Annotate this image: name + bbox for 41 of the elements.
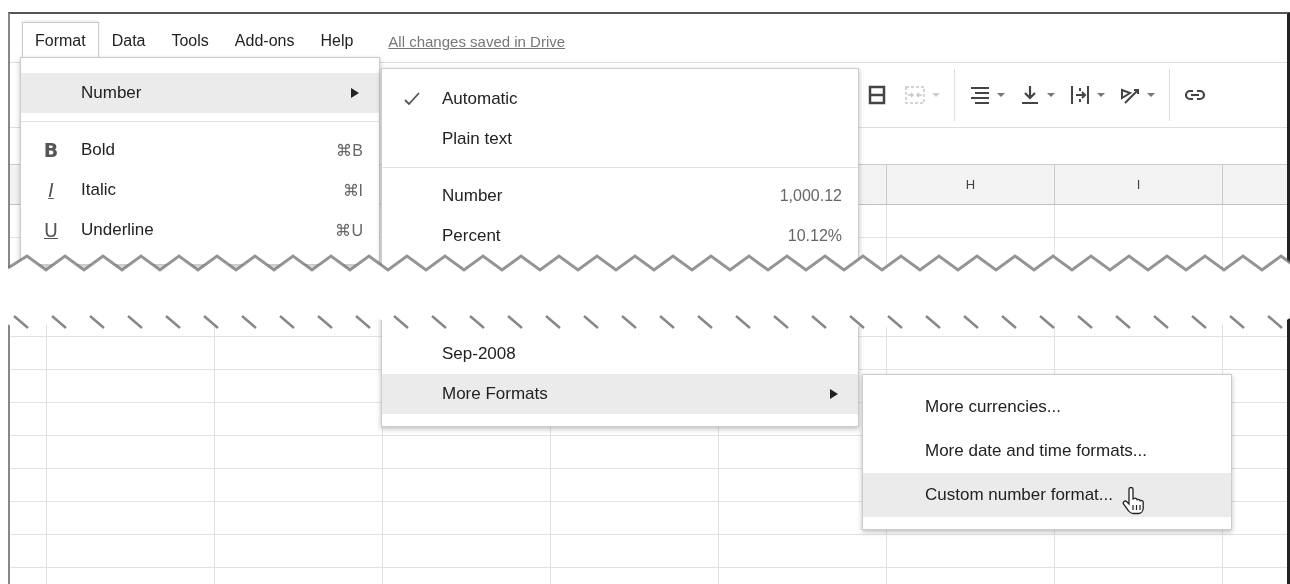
column-header[interactable]: H bbox=[887, 165, 1055, 204]
shortcut-text: 1,000.12 bbox=[779, 187, 842, 205]
menu-item[interactable]: Plain text bbox=[382, 119, 858, 159]
shortcut-text: ⌘U bbox=[335, 220, 363, 240]
shortcut-text: ⌘B bbox=[336, 140, 363, 160]
menu-item[interactable]: I Italic ⌘I bbox=[21, 170, 379, 210]
menu-item[interactable]: Custom number format... bbox=[863, 473, 1231, 517]
menu-tab[interactable]: Help bbox=[307, 22, 367, 62]
column-header[interactable]: I bbox=[1055, 165, 1223, 204]
submenu-arrow-icon bbox=[351, 88, 359, 98]
align-bottom-icon bbox=[1019, 84, 1041, 106]
menu-item[interactable]: Number 1,000.12 bbox=[382, 176, 858, 216]
shortcut-text: ⌘I bbox=[342, 180, 363, 200]
save-status-link[interactable]: All changes saved in Drive bbox=[388, 33, 566, 62]
text-wrap-icon bbox=[1069, 84, 1091, 106]
menu-item[interactable]: Automatic bbox=[382, 79, 858, 119]
format-glyph-icon: U bbox=[44, 219, 58, 241]
menu-item[interactable]: More date and time formats... bbox=[863, 429, 1231, 473]
dropdown-caret-icon bbox=[1147, 93, 1155, 97]
menu-item[interactable]: B Bold ⌘B bbox=[21, 130, 379, 170]
format-glyph-icon: I bbox=[48, 179, 54, 201]
shortcut-text: 10.12% bbox=[787, 227, 842, 245]
menu-tab[interactable]: Tools bbox=[158, 22, 222, 62]
menu-item[interactable]: Percent 10.12% bbox=[382, 216, 858, 256]
menu-item[interactable]: Sep-2008 bbox=[382, 334, 858, 374]
dropdown-caret-icon bbox=[1097, 93, 1105, 97]
menu-item[interactable]: More currencies... bbox=[863, 385, 1231, 429]
align-bottom-button[interactable] bbox=[1019, 84, 1055, 106]
menu-item[interactable]: More Formats bbox=[382, 374, 858, 414]
menu-tab[interactable]: Add-ons bbox=[221, 22, 308, 62]
checkmark-icon bbox=[404, 92, 420, 106]
text-wrap-button[interactable] bbox=[1069, 84, 1105, 106]
menu-tab[interactable]: Data bbox=[98, 22, 159, 62]
format-glyph-icon: B bbox=[43, 139, 59, 161]
dropdown-caret-icon bbox=[932, 93, 940, 97]
menu-item[interactable]: U Underline ⌘U bbox=[21, 210, 379, 250]
menu-item[interactable]: Number bbox=[21, 73, 379, 113]
merge-cells-icon bbox=[904, 84, 926, 106]
submenu-arrow-icon bbox=[830, 389, 838, 399]
dropdown-caret-icon bbox=[997, 93, 1005, 97]
dropdown-caret-icon bbox=[1047, 93, 1055, 97]
